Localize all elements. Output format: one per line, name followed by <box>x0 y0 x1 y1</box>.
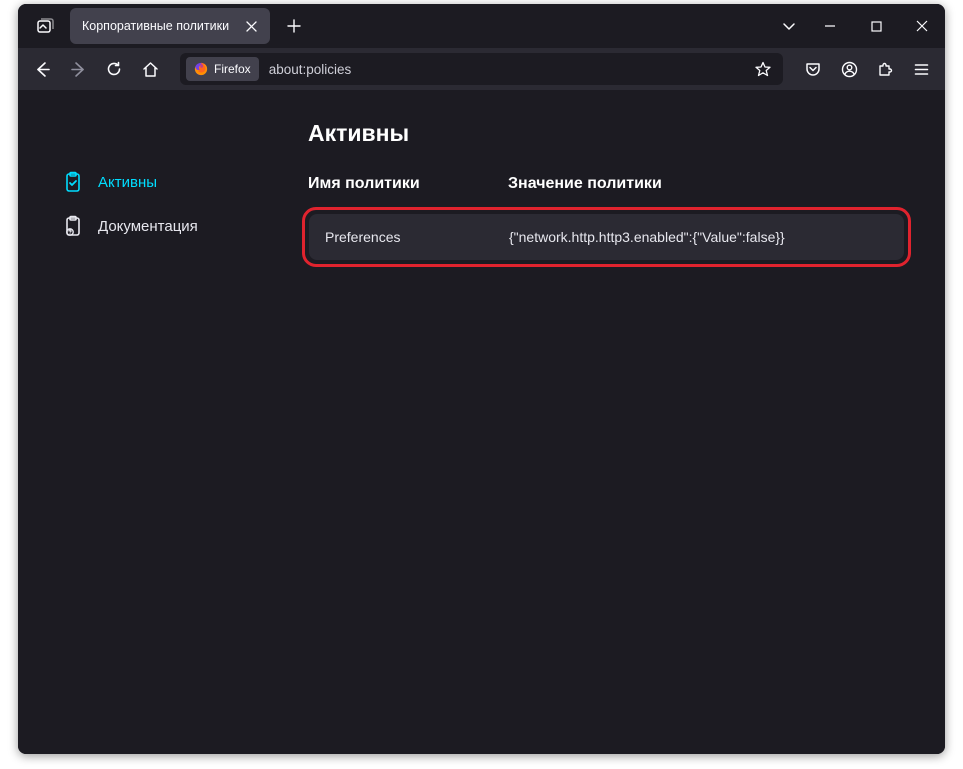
chevron-down-icon <box>782 19 796 33</box>
list-tabs-button[interactable] <box>771 6 807 46</box>
new-tab-button[interactable] <box>278 10 310 42</box>
main-panel: Активны Имя политики Значение политики P… <box>308 120 945 754</box>
window-close-button[interactable] <box>899 6 945 46</box>
sidebar-item-label: Активны <box>98 174 157 191</box>
tab-close-button[interactable] <box>242 17 260 35</box>
bookmark-button[interactable] <box>749 55 777 83</box>
account-icon <box>841 61 858 78</box>
sidebar-item-documentation[interactable]: Документация <box>62 204 308 248</box>
policy-row: Preferences {"network.http.http3.enabled… <box>309 214 904 260</box>
plus-icon <box>287 19 301 33</box>
table-headers: Имя политики Значение политики <box>308 175 905 193</box>
url-bar[interactable]: Firefox about:policies <box>180 53 783 85</box>
page-content: Активны Документация Активны Имя политик… <box>18 90 945 754</box>
policy-value: {"network.http.http3.enabled":{"Value":f… <box>509 229 785 245</box>
home-button[interactable] <box>134 53 166 85</box>
back-icon <box>34 61 51 78</box>
close-icon <box>246 21 257 32</box>
policy-name: Preferences <box>325 229 509 245</box>
minimize-icon <box>824 20 836 32</box>
sidebar-item-label: Документация <box>98 218 198 235</box>
tabs-overflow-button[interactable] <box>28 10 64 42</box>
back-button[interactable] <box>26 53 58 85</box>
window-controls <box>807 6 945 46</box>
tab-active[interactable]: Корпоративные политики <box>70 8 270 44</box>
column-header-name: Имя политики <box>308 175 508 193</box>
window-maximize-button[interactable] <box>853 6 899 46</box>
pocket-button[interactable] <box>797 53 829 85</box>
titlebar: Корпоративные политики <box>18 4 945 48</box>
app-menu-button[interactable] <box>905 53 937 85</box>
clipboard-question-icon <box>62 215 84 237</box>
sidebar-item-active[interactable]: Активны <box>62 160 308 204</box>
forward-icon <box>70 61 87 78</box>
tabs-overflow-icon <box>37 18 55 34</box>
hamburger-icon <box>914 62 929 77</box>
forward-button[interactable] <box>62 53 94 85</box>
account-button[interactable] <box>833 53 865 85</box>
tab-title: Корпоративные политики <box>82 19 232 33</box>
reload-button[interactable] <box>98 53 130 85</box>
identity-label: Firefox <box>214 62 251 76</box>
browser-window: Корпоративные политики <box>18 4 945 754</box>
page-heading: Активны <box>308 120 905 147</box>
home-icon <box>142 61 159 78</box>
sidebar: Активны Документация <box>18 120 308 754</box>
close-icon <box>916 20 928 32</box>
firefox-icon <box>194 62 208 76</box>
column-header-value: Значение политики <box>508 175 662 193</box>
identity-box[interactable]: Firefox <box>186 57 259 81</box>
extensions-button[interactable] <box>869 53 901 85</box>
window-minimize-button[interactable] <box>807 6 853 46</box>
highlighted-row: Preferences {"network.http.http3.enabled… <box>302 207 911 267</box>
reload-icon <box>106 61 122 77</box>
star-icon <box>755 61 771 77</box>
puzzle-icon <box>877 61 893 77</box>
clipboard-check-icon <box>62 171 84 193</box>
pocket-icon <box>805 61 821 77</box>
tabstrip: Корпоративные политики <box>28 8 310 44</box>
url-text: about:policies <box>269 62 749 77</box>
nav-toolbar: Firefox about:policies <box>18 48 945 90</box>
maximize-icon <box>871 21 882 32</box>
